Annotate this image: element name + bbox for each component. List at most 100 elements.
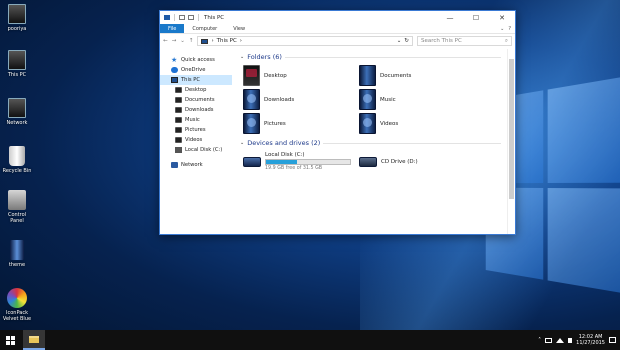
- show-hidden-icons-icon[interactable]: ˄: [538, 337, 541, 344]
- group-title: Devices and drives (2): [247, 139, 321, 147]
- drive-local-disk[interactable]: Local Disk (C:) 19.9 GB free of 31.5 GB: [243, 152, 359, 171]
- refresh-button[interactable]: ↻: [404, 38, 409, 44]
- window-title: This PC: [204, 14, 225, 21]
- desktop-icon-label: theme: [8, 262, 26, 268]
- nav-item-documents[interactable]: Documents: [160, 95, 232, 105]
- nav-label: Documents: [185, 97, 215, 103]
- music-folder-icon: [359, 89, 376, 110]
- nav-item-downloads[interactable]: Downloads: [160, 105, 232, 115]
- nav-item-network[interactable]: Network: [160, 160, 232, 170]
- scrollbar-thumb[interactable]: [509, 59, 514, 199]
- desktop-icon-iconpack[interactable]: IconPack Velvet Blue: [2, 288, 32, 322]
- desktop-icon-this-pc[interactable]: This PC: [2, 50, 32, 78]
- nav-label: Music: [185, 117, 200, 123]
- tab-file[interactable]: File: [160, 24, 185, 33]
- notifications-icon[interactable]: [609, 337, 616, 343]
- folders-group-header[interactable]: ⌄ Folders (6): [240, 52, 507, 62]
- clock-date: 11/27/2015: [576, 340, 605, 346]
- nav-label: Downloads: [185, 107, 214, 113]
- volume-icon[interactable]: [568, 337, 573, 343]
- drive-free-space: 19.9 GB free of 31.5 GB: [265, 166, 323, 171]
- forward-button[interactable]: →: [172, 38, 177, 44]
- back-button[interactable]: ←: [163, 38, 168, 44]
- maximize-button[interactable]: ☐: [463, 11, 489, 24]
- downloads-folder-icon: [175, 107, 182, 113]
- expand-ribbon-icon[interactable]: ⌄: [500, 26, 504, 32]
- pictures-folder-icon: [175, 127, 182, 133]
- address-dropdown-icon[interactable]: ⌄: [397, 38, 402, 44]
- title-bar[interactable]: This PC — ☐ ✕: [160, 11, 515, 24]
- breadcrumb-separator[interactable]: ›: [240, 38, 242, 44]
- nav-item-quick-access[interactable]: ★ Quick access: [160, 55, 232, 65]
- tab-view[interactable]: View: [225, 24, 253, 33]
- minimize-button[interactable]: —: [437, 11, 463, 24]
- navigation-pane: ★ Quick access OneDrive This PC Desktop …: [160, 49, 232, 234]
- breadcrumb-separator[interactable]: ›: [211, 38, 213, 44]
- nav-label: Network: [181, 162, 203, 168]
- nav-item-music[interactable]: Music: [160, 115, 232, 125]
- divider: [284, 56, 501, 58]
- desktop-icon-pooriya[interactable]: pooriya: [2, 4, 32, 32]
- desktop-icon-control-panel[interactable]: Control Panel: [2, 190, 32, 224]
- folder-label: Pictures: [264, 120, 286, 127]
- folder-icon: [29, 335, 39, 343]
- desktop-icon-label: Recycle Bin: [2, 168, 32, 174]
- folder-desktop[interactable]: Desktop: [243, 65, 359, 86]
- help-icon[interactable]: ?: [508, 26, 511, 32]
- tab-computer[interactable]: Computer: [184, 24, 225, 33]
- folder-label: Music: [380, 96, 396, 103]
- drive-info: Local Disk (C:) 19.9 GB free of 31.5 GB: [265, 152, 351, 171]
- computer-icon: [8, 4, 26, 24]
- recycle-bin-icon: [9, 146, 25, 166]
- start-button[interactable]: [0, 330, 20, 350]
- taskbar-file-explorer[interactable]: [23, 330, 45, 350]
- nav-item-this-pc[interactable]: This PC: [160, 75, 232, 85]
- folder-music[interactable]: Music: [359, 89, 475, 110]
- divider: [198, 14, 199, 21]
- vertical-scrollbar[interactable]: [507, 49, 515, 234]
- folder-pictures[interactable]: Pictures: [243, 113, 359, 134]
- desktop-icon-label: This PC: [7, 72, 27, 78]
- nav-item-onedrive[interactable]: OneDrive: [160, 65, 232, 75]
- main-pane: ⌄ Folders (6) Desktop Documents Download…: [232, 49, 507, 234]
- desktop-icon-label: pooriya: [7, 26, 27, 32]
- close-button[interactable]: ✕: [489, 11, 515, 24]
- ribbon-tabs: File Computer View ⌄ ?: [160, 24, 515, 34]
- network-icon[interactable]: [556, 337, 565, 343]
- battery-icon[interactable]: [545, 337, 553, 343]
- desktop-icon-label: Control Panel: [7, 212, 27, 224]
- breadcrumb[interactable]: This PC: [217, 38, 237, 44]
- folder-downloads[interactable]: Downloads: [243, 89, 359, 110]
- this-pc-icon: [201, 38, 209, 44]
- folder-label: Downloads: [264, 96, 295, 103]
- music-folder-icon: [175, 117, 182, 123]
- recent-locations-button[interactable]: ⌄: [180, 38, 185, 44]
- documents-folder-icon: [175, 97, 182, 103]
- desktop-icon-recycle-bin[interactable]: Recycle Bin: [2, 146, 32, 174]
- search-input[interactable]: Search This PC ⌕: [417, 36, 512, 46]
- address-bar[interactable]: › This PC › ⌄ ↻: [197, 36, 413, 46]
- nav-item-videos[interactable]: Videos: [160, 135, 232, 145]
- nav-item-desktop[interactable]: Desktop: [160, 85, 232, 95]
- desktop-icon-network[interactable]: Network: [2, 98, 32, 126]
- cloud-icon: [171, 67, 178, 73]
- folder-documents[interactable]: Documents: [359, 65, 475, 86]
- windows-logo-icon: [5, 335, 15, 345]
- nav-label: OneDrive: [181, 67, 206, 73]
- drive-icon: [175, 147, 182, 153]
- nav-item-local-disk[interactable]: Local Disk (C:): [160, 145, 232, 155]
- iconpack-icon: [7, 288, 27, 308]
- nav-label: Desktop: [185, 87, 207, 93]
- drive-cd[interactable]: CD Drive (D:): [359, 152, 475, 171]
- desktop-icon-label: Network: [6, 120, 28, 126]
- cd-drive-icon: [359, 156, 377, 167]
- properties-icon[interactable]: [179, 15, 185, 20]
- up-button[interactable]: ↑: [189, 38, 194, 44]
- drives-group-header[interactable]: ⌄ Devices and drives (2): [240, 138, 507, 148]
- folder-videos[interactable]: Videos: [359, 113, 475, 134]
- collapse-icon: ⌄: [240, 54, 245, 60]
- clock[interactable]: 12:02 AM 11/27/2015: [576, 334, 605, 346]
- new-folder-icon[interactable]: [188, 15, 194, 20]
- nav-item-pictures[interactable]: Pictures: [160, 125, 232, 135]
- desktop-icon-theme[interactable]: theme: [2, 240, 32, 268]
